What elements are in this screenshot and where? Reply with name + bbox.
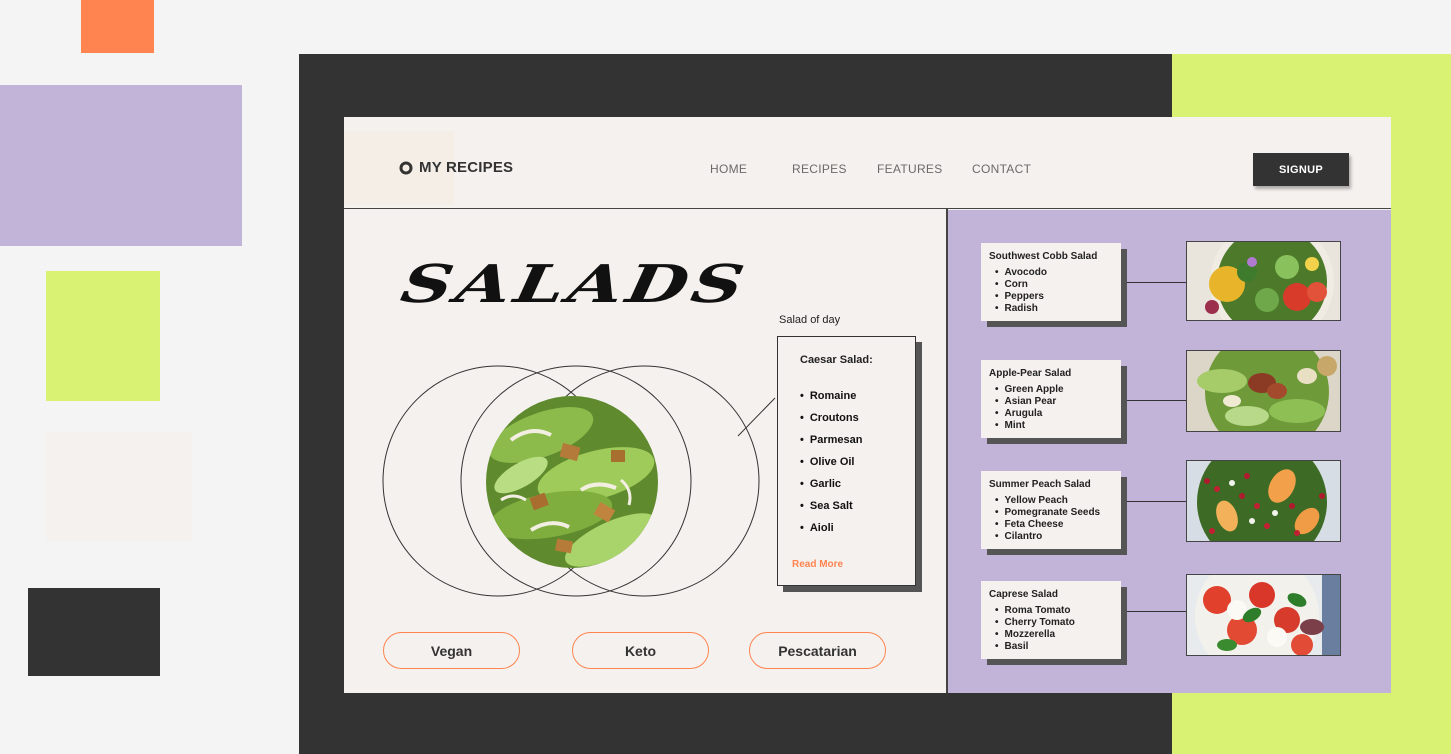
salad-ingredient-list: Green Apple Asian Pear Arugula Mint (989, 384, 1113, 432)
salad-card-title: Southwest Cobb Salad (989, 251, 1098, 262)
salad-card-caprese[interactable]: Caprese Salad Roma Tomato Cherry Tomato … (981, 581, 1121, 659)
venn-diagram (382, 365, 776, 597)
nav-home[interactable]: HOME (710, 162, 747, 176)
salad-ingredient: Asian Pear (995, 396, 1113, 408)
signup-button[interactable]: SIGNUP (1253, 153, 1349, 186)
salad-ingredient: Mint (995, 420, 1113, 432)
salad-card-summer-peach[interactable]: Summer Peach Salad Yellow Peach Pomegran… (981, 471, 1121, 549)
connector-line (1127, 611, 1186, 612)
salad-ingredient: Feta Cheese (995, 519, 1113, 531)
featured-salad-card: Caesar Salad: Romaine Croutons Parmesan … (777, 336, 916, 586)
swatch-lavender (0, 85, 242, 246)
salad-ingredient: Cherry Tomato (995, 617, 1113, 629)
filter-keto-button[interactable]: Keto (572, 632, 709, 669)
ingredient-item: Garlic (800, 478, 862, 500)
salad-card-title: Caprese Salad (989, 589, 1058, 600)
salad-ingredient: Basil (995, 641, 1113, 653)
swatch-orange (81, 0, 154, 53)
salad-of-day-label: Salad of day (779, 314, 841, 326)
salad-card-title: Summer Peach Salad (989, 479, 1091, 490)
salad-ingredient: Mozzerella (995, 629, 1113, 641)
read-more-link[interactable]: Read More (792, 559, 843, 570)
filter-pescatarian-button[interactable]: Pescatarian (749, 632, 886, 669)
featured-salad-title: Caesar Salad: (800, 354, 873, 366)
salad-ingredient: Peppers (995, 291, 1113, 303)
salad-ingredient: Corn (995, 279, 1113, 291)
connector-line (1127, 501, 1186, 502)
salad-card-southwest-cobb[interactable]: Southwest Cobb Salad Avocodo Corn Pepper… (981, 243, 1121, 321)
salad-ingredient-list: Roma Tomato Cherry Tomato Mozzerella Bas… (989, 605, 1113, 653)
salad-card-apple-pear[interactable]: Apple-Pear Salad Green Apple Asian Pear … (981, 360, 1121, 438)
salad-ingredient: Cilantro (995, 531, 1113, 543)
salad-ingredient-list: Avocodo Corn Peppers Radish (989, 267, 1113, 315)
connector-line (1127, 400, 1186, 401)
salad-ingredient: Pomegranate Seeds (995, 507, 1113, 519)
salad-ingredient: Green Apple (995, 384, 1113, 396)
salad-card-title: Apple-Pear Salad (989, 368, 1072, 379)
apple-pear-salad-photo[interactable] (1186, 350, 1341, 432)
salad-ingredient: Roma Tomato (995, 605, 1113, 617)
summer-peach-salad-photo[interactable] (1186, 460, 1341, 542)
swatch-charcoal (28, 588, 160, 676)
salad-ingredient: Yellow Peach (995, 495, 1113, 507)
ingredient-item: Croutons (800, 412, 862, 434)
recipe-page-mockup: MY RECIPES HOME RECIPES FEATURES CONTACT… (344, 117, 1391, 693)
swatch-cream (46, 432, 192, 541)
ingredient-item: Sea Salt (800, 500, 862, 522)
brand-name: MY RECIPES (419, 159, 514, 176)
salad-ingredient: Avocodo (995, 267, 1113, 279)
featured-ingredient-list: Romaine Croutons Parmesan Olive Oil Garl… (800, 390, 863, 544)
ingredient-item: Parmesan (800, 434, 863, 456)
swatch-lime (46, 271, 160, 401)
ingredient-item: Romaine (800, 390, 862, 412)
ingredient-item: Aioli (800, 522, 862, 544)
nav-recipes[interactable]: RECIPES (792, 162, 847, 176)
salad-ingredient: Radish (995, 303, 1113, 315)
brand-logo[interactable]: MY RECIPES (399, 159, 513, 176)
southwest-cobb-salad-photo[interactable] (1186, 241, 1341, 321)
salad-ingredient: Arugula (995, 408, 1113, 420)
salad-ingredient-list: Yellow Peach Pomegranate Seeds Feta Chee… (989, 495, 1113, 543)
connector-line (1127, 282, 1186, 283)
ingredient-item: Olive Oil (800, 456, 862, 478)
nav-contact[interactable]: CONTACT (972, 162, 1031, 176)
page-title: SALADS (396, 254, 753, 315)
ring-logo-icon (399, 161, 413, 174)
filter-vegan-button[interactable]: Vegan (383, 632, 520, 669)
top-navigation: MY RECIPES HOME RECIPES FEATURES CONTACT… (344, 117, 1391, 209)
caprese-salad-photo[interactable] (1186, 574, 1341, 656)
nav-features[interactable]: FEATURES (877, 162, 943, 176)
caesar-salad-image (486, 396, 658, 568)
